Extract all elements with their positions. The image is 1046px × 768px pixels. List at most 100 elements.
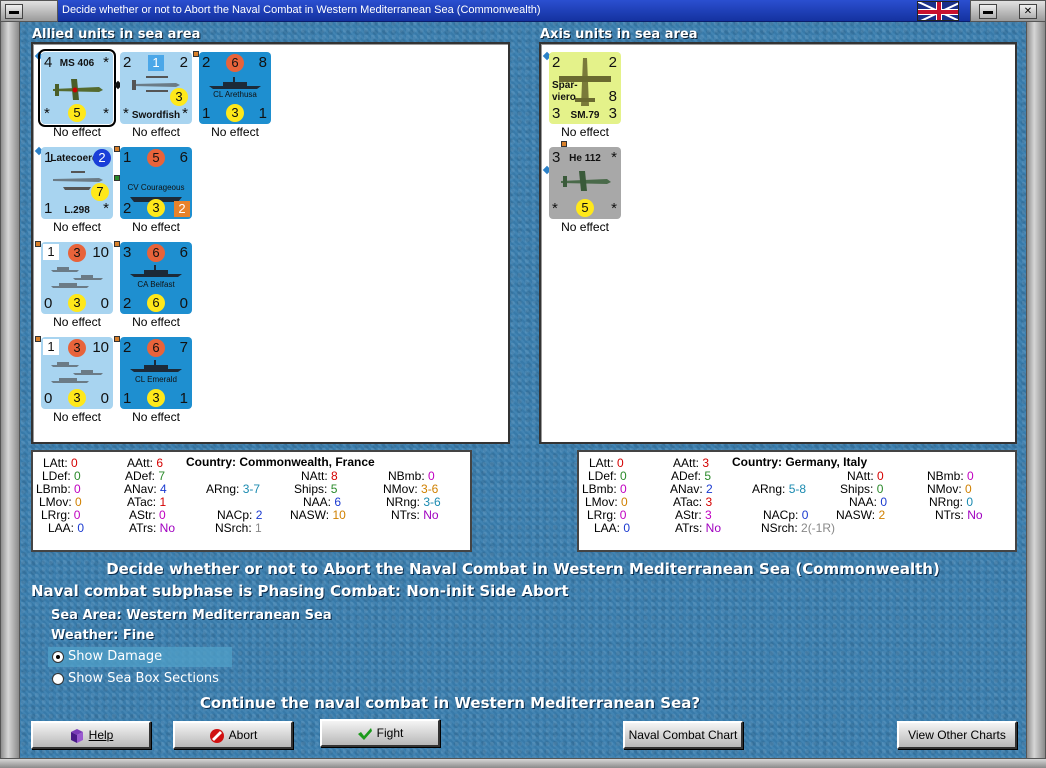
unit-counter[interactable]: 1 3 10 0 3 0 bbox=[41, 242, 113, 314]
counter-bottom-left: 1 bbox=[202, 105, 211, 122]
counter-bottom-right: * bbox=[103, 200, 109, 217]
counter-bottom-right: 1 bbox=[258, 105, 267, 122]
stat-laa: LAA: 0 bbox=[48, 521, 85, 535]
view-other-charts-button[interactable]: View Other Charts bbox=[897, 721, 1017, 749]
stat-nsrch: NSrch: 1 bbox=[215, 521, 262, 535]
allied-unit-latecoere[interactable]: 1 Latecoere 2 7 1 L.298 * No effect bbox=[34, 146, 113, 237]
stat-ships: Ships: 5 bbox=[294, 482, 338, 496]
allied-unit-convoy-2[interactable]: 1 3 10 0 3 0 No effect bbox=[35, 336, 113, 427]
stat-nasw: NASW: 2 bbox=[836, 508, 886, 522]
stat-lrrg: LRrg: 0 bbox=[587, 508, 627, 522]
allied-unit-cl-arethusa[interactable]: 2 6 8 CL Arethusa 1 3 1 No effect bbox=[193, 51, 271, 142]
stat-nmov: NMov: 0 bbox=[927, 482, 972, 496]
counter-bottom-left: 0 bbox=[44, 390, 53, 407]
allied-units-panel[interactable]: 4 MS 406 * * 5 * No effect 2 1 2 3 * Swo… bbox=[31, 42, 510, 444]
unit-counter[interactable]: 2 6 7 CL Emerald 1 3 1 bbox=[120, 337, 192, 409]
unit-counter[interactable]: 1 Latecoere 2 7 1 L.298 * bbox=[41, 147, 113, 219]
axis-unit-he112[interactable]: 3 He 112 * * 5 * No effect bbox=[542, 141, 621, 237]
close-button[interactable]: ✕ bbox=[1019, 4, 1037, 19]
counter-top-left: 2 bbox=[123, 339, 132, 356]
counter-bottom-right: 0 bbox=[100, 390, 109, 407]
window-title: Decide whether or not to Abort the Naval… bbox=[62, 4, 541, 16]
unit-counter[interactable]: 2 2 Spar- viero 8 3 SM.79 3 bbox=[549, 52, 621, 124]
stat-astr: AStr: 0 bbox=[129, 508, 166, 522]
unit-counter[interactable]: 4 MS 406 * * 5 * bbox=[38, 49, 116, 127]
cruiser-ship-icon bbox=[209, 77, 261, 89]
counter-circle-value: 7 bbox=[91, 183, 109, 201]
counter-circle-value: 8 bbox=[608, 88, 617, 105]
stat-nrng: NRng: 0 bbox=[929, 495, 974, 509]
abort-button[interactable]: Abort bbox=[173, 721, 293, 749]
fight-button[interactable]: Fight bbox=[320, 719, 440, 747]
stat-nbmb: NBmb: 0 bbox=[927, 469, 974, 483]
stat-arng: ARng: 3-7 bbox=[206, 482, 261, 496]
allied-unit-convoy-1[interactable]: 1 3 10 0 3 0 No effect bbox=[35, 241, 113, 332]
help-button[interactable]: Help bbox=[31, 721, 151, 749]
allied-unit-cv-courageous[interactable]: 1 5 6 CV Courageous 2 3 2 No effect bbox=[114, 146, 192, 237]
allied-unit-ms406[interactable]: 4 MS 406 * * 5 * No effect bbox=[34, 49, 116, 142]
stat-laa: LAA: 0 bbox=[594, 521, 631, 535]
show-sea-box-sections-option[interactable]: Show Sea Box Sections bbox=[48, 669, 232, 689]
allied-unit-swordfish[interactable]: 2 1 2 3 * Swordfish * No effect bbox=[113, 52, 192, 142]
unit-counter[interactable]: 3 He 112 * * 5 * bbox=[549, 147, 621, 219]
stat-astr: AStr: 3 bbox=[675, 508, 712, 522]
stat-nrng: NRng: 3-6 bbox=[386, 495, 441, 509]
stat-lmov: LMov: 0 bbox=[39, 495, 82, 509]
title-bar: ▬ Decide whether or not to Abort the Nav… bbox=[0, 0, 1046, 22]
counter-bottom-left: * bbox=[552, 200, 558, 217]
stat-natt: NAtt: 0 bbox=[847, 469, 884, 483]
counter-square-value: 1 bbox=[148, 55, 164, 71]
show-damage-option[interactable]: Show Damage bbox=[48, 647, 232, 667]
naval-combat-chart-button[interactable]: Naval Combat Chart bbox=[623, 721, 743, 749]
continue-question: Continue the naval combat in Western Med… bbox=[199, 694, 701, 712]
counter-bottom-right: * bbox=[182, 105, 188, 122]
radio-unselected-icon[interactable] bbox=[52, 673, 64, 685]
subphase-text: Naval combat subphase is Phasing Combat:… bbox=[31, 582, 569, 600]
counter-bottom-circle: 3 bbox=[68, 389, 86, 407]
counter-bottom-right: 3 bbox=[608, 105, 617, 122]
stat-ntrs: NTrs: No bbox=[935, 508, 983, 522]
axis-unit-sm79[interactable]: 2 2 Spar- viero 8 3 SM.79 3 No effect bbox=[542, 51, 621, 142]
counter-name: Latecoere bbox=[50, 153, 98, 164]
unit-counter[interactable]: 3 6 6 CA Belfast 2 6 0 bbox=[120, 242, 192, 314]
stat-aatt: AAtt: 6 bbox=[127, 456, 164, 470]
stat-lbmb: LBmb: 0 bbox=[582, 482, 627, 496]
allied-unit-ca-belfast[interactable]: 3 6 6 CA Belfast 2 6 0 No effect bbox=[114, 241, 192, 332]
radio-selected-icon[interactable] bbox=[52, 651, 64, 663]
allied-unit-cl-emerald[interactable]: 2 6 7 CL Emerald 1 3 1 No effect bbox=[114, 336, 192, 427]
counter-top-right: 10 bbox=[92, 339, 109, 356]
unit-counter[interactable]: 1 5 6 CV Courageous 2 3 2 bbox=[120, 147, 192, 219]
counter-side-name-1: Spar- bbox=[552, 80, 578, 91]
counter-top-left: 1 bbox=[43, 244, 59, 260]
axis-units-panel[interactable]: 2 2 Spar- viero 8 3 SM.79 3 No effect 3 … bbox=[539, 42, 1017, 444]
main-heading: Decide whether or not to Abort the Naval… bbox=[106, 560, 940, 578]
system-menu-button[interactable]: ▬ bbox=[5, 4, 23, 19]
counter-bottom-left: * bbox=[44, 105, 50, 122]
window-frame-right bbox=[1026, 22, 1046, 760]
stat-nbmb: NBmb: 0 bbox=[388, 469, 435, 483]
stat-aatt: AAtt: 3 bbox=[673, 456, 710, 470]
counter-bottom-circle: 3 bbox=[68, 294, 86, 312]
counter-top-right: 8 bbox=[258, 54, 267, 71]
counter-top-right: 2 bbox=[179, 54, 188, 71]
counter-top-left: 1 bbox=[43, 339, 59, 355]
counter-top-left: 2 bbox=[202, 54, 211, 71]
counter-bottom-left: 1 bbox=[123, 390, 132, 407]
counter-top-circle: 3 bbox=[68, 244, 86, 262]
unit-status: No effect bbox=[53, 315, 101, 329]
weather-text: Weather: Fine bbox=[51, 628, 155, 643]
minimize-button[interactable]: ▬ bbox=[979, 4, 997, 19]
counter-bottom-right: 0 bbox=[179, 295, 188, 312]
counter-top-right: 6 bbox=[179, 149, 188, 166]
counter-top-left: 2 bbox=[123, 54, 132, 71]
unit-counter[interactable]: 1 3 10 0 3 0 bbox=[41, 337, 113, 409]
unit-counter[interactable]: 2 1 2 3 * Swordfish * bbox=[120, 52, 192, 124]
counter-top-circle: 2 bbox=[93, 149, 111, 167]
stat-naa: NAA: 6 bbox=[303, 495, 342, 509]
counter-bottom-right: * bbox=[611, 200, 617, 217]
counter-top-right: 10 bbox=[92, 244, 109, 261]
fighter-plane-icon bbox=[561, 171, 611, 191]
unit-counter[interactable]: 2 6 8 CL Arethusa 1 3 1 bbox=[199, 52, 271, 124]
stat-arng: ARng: 5-8 bbox=[752, 482, 807, 496]
stat-lrrg: LRrg: 0 bbox=[41, 508, 81, 522]
